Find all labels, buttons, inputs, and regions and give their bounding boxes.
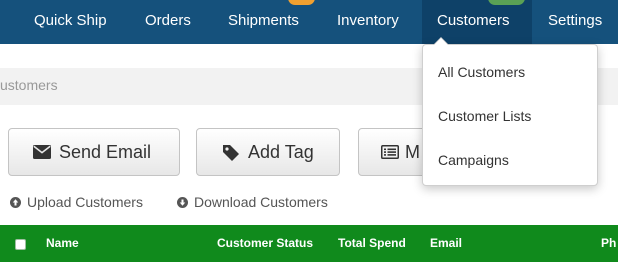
nav-inventory-label: Inventory [337, 12, 399, 29]
column-header-name[interactable]: Name [46, 225, 79, 262]
nav-customers-label: Customers [437, 12, 510, 29]
download-arrow-icon [177, 197, 188, 208]
menu-item-customer-lists[interactable]: Customer Lists [438, 108, 531, 124]
envelope-icon [33, 145, 51, 159]
dropdown-caret-fill [434, 38, 448, 45]
upload-customers-label: Upload Customers [27, 194, 143, 210]
upload-customers-link[interactable]: Upload Customers [10, 194, 143, 210]
more-actions-label: M [405, 142, 420, 162]
nav-quick-ship[interactable]: Quick Ship [34, 0, 107, 44]
customers-table-header: Name Customer Status Total Spend Email P… [0, 225, 618, 262]
send-email-label: Send Email [59, 142, 152, 162]
upload-arrow-icon [10, 197, 21, 208]
nav-inventory[interactable]: Inventory [337, 0, 399, 44]
breadcrumb-label: ustomers [0, 77, 58, 93]
customers-dropdown-menu: All Customers Customer Lists Campaigns [422, 44, 598, 186]
nav-orders[interactable]: Orders [145, 0, 191, 44]
download-customers-label: Download Customers [194, 194, 328, 210]
column-header-total-spend[interactable]: Total Spend [338, 225, 406, 262]
menu-item-all-customers[interactable]: All Customers [438, 64, 525, 80]
column-header-email[interactable]: Email [430, 225, 462, 262]
add-tag-label: Add Tag [248, 142, 314, 162]
list-icon [381, 145, 399, 159]
select-all-checkbox[interactable] [15, 239, 26, 250]
nav-orders-label: Orders [145, 12, 191, 29]
menu-item-campaigns[interactable]: Campaigns [438, 152, 509, 168]
add-tag-button[interactable]: Add Tag [196, 128, 340, 176]
download-customers-link[interactable]: Download Customers [177, 194, 328, 210]
send-email-button[interactable]: Send Email [8, 128, 180, 176]
nav-shipments-label: Shipments [228, 12, 299, 29]
shipments-count-badge: 27 [288, 0, 316, 5]
top-navigation-bar: Quick Ship Orders Shipments 27 Inventory… [0, 0, 618, 44]
nav-settings[interactable]: Settings [548, 0, 602, 44]
nav-settings-label: Settings [548, 12, 603, 29]
customers-beta-badge: beta [488, 0, 525, 5]
nav-shipments[interactable]: Shipments 27 [228, 0, 316, 44]
tag-icon [223, 145, 239, 161]
nav-quick-ship-label: Quick Ship [34, 12, 107, 29]
column-header-customer-status[interactable]: Customer Status [217, 225, 313, 262]
column-header-phone[interactable]: Ph [601, 225, 616, 262]
